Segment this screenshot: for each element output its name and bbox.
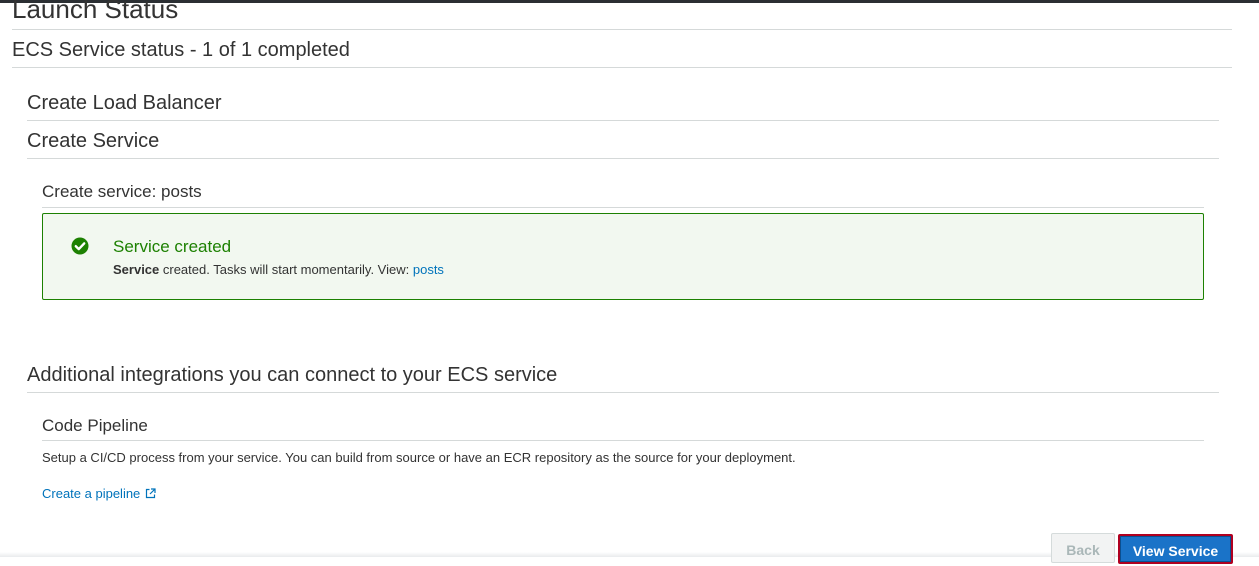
code-pipeline-title: Code Pipeline — [42, 416, 148, 435]
alert-message-bold: Service — [113, 262, 160, 277]
page-title: Launch Status — [12, 0, 179, 24]
divider — [27, 120, 1219, 121]
status-heading: ECS Service status - 1 of 1 completed — [12, 39, 350, 61]
create-service-subheading: Create service: posts — [42, 182, 202, 201]
divider — [12, 29, 1232, 30]
check-circle-icon — [71, 237, 89, 255]
step-create-service: Create Service — [27, 130, 160, 152]
step-create-load-balancer: Create Load Balancer — [27, 92, 222, 114]
external-link-icon — [146, 488, 156, 499]
divider — [42, 440, 1204, 441]
code-pipeline-description: Setup a CI/CD process from your service.… — [42, 450, 796, 465]
window-top-border — [0, 0, 1259, 3]
divider — [42, 207, 1204, 208]
divider — [27, 392, 1219, 393]
divider — [27, 158, 1219, 159]
alert-title: Service created — [113, 237, 232, 256]
view-service-button[interactable]: View Service — [1118, 534, 1233, 564]
success-alert: Service created Service created. Tasks w… — [42, 213, 1204, 300]
back-button[interactable]: Back — [1051, 533, 1115, 563]
divider — [12, 67, 1232, 68]
service-posts-link[interactable]: posts — [413, 262, 444, 277]
alert-message-text: created. Tasks will start momentarily. V… — [159, 262, 413, 277]
create-pipeline-link-wrapper: Create a pipeline — [42, 485, 156, 503]
alert-message: Service created. Tasks will start moment… — [113, 261, 444, 279]
create-pipeline-link[interactable]: Create a pipeline — [42, 486, 140, 501]
integrations-heading: Additional integrations you can connect … — [27, 364, 558, 386]
